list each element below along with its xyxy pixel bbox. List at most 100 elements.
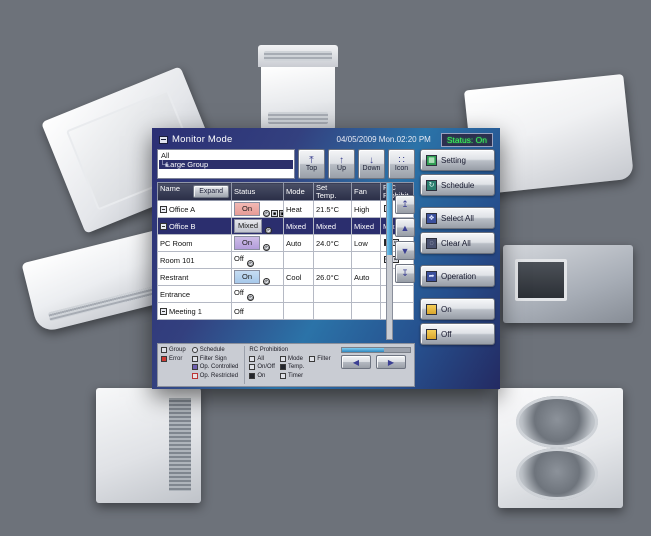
nav-down-label: Down bbox=[362, 164, 381, 172]
legend-item: Op. Controlled bbox=[191, 363, 238, 372]
product-photo-outdoor-unit-left bbox=[96, 388, 201, 503]
scroll-arrow-column: ↥ ▲ ▼ ↧ bbox=[395, 182, 415, 340]
prev-page-button[interactable]: ◀ bbox=[341, 355, 371, 369]
cell-fan[interactable] bbox=[351, 251, 381, 269]
cell-mode[interactable] bbox=[283, 251, 314, 269]
cell-name[interactable]: Entrance bbox=[157, 285, 232, 303]
cell-name[interactable]: Office A bbox=[157, 200, 232, 218]
cell-status[interactable]: On◴ bbox=[231, 234, 284, 252]
table-row[interactable]: Office B Mixed◴ Mixed Mixed Mixed Mixed bbox=[157, 217, 414, 235]
table-row[interactable]: Room 101Off◴⏻⌗ bbox=[157, 251, 414, 269]
table-row[interactable]: Restrant On◴ Cool 26.0°C Auto bbox=[157, 268, 414, 286]
cell-fan[interactable] bbox=[351, 285, 381, 303]
cell-set-temp[interactable]: Mixed bbox=[313, 217, 352, 235]
cell-status[interactable]: Off◴ bbox=[231, 251, 284, 269]
table-row[interactable]: Entrance Off◴ bbox=[157, 285, 414, 303]
cell-name[interactable]: Room 101 bbox=[157, 251, 232, 269]
legend-label: Timer bbox=[287, 372, 304, 379]
legend-item: All bbox=[249, 355, 275, 364]
nav-icon-button[interactable]: ∷ Icon bbox=[388, 149, 415, 179]
legend-item: Timer bbox=[279, 372, 304, 381]
page-title: Monitor Mode bbox=[172, 134, 233, 145]
cell-status[interactable]: On◴■▣✖ bbox=[231, 200, 284, 218]
nav-down-button[interactable]: ↓ Down bbox=[358, 149, 385, 179]
op-restricted-icon bbox=[191, 372, 198, 379]
horizontal-scrollbar-thumb[interactable] bbox=[342, 348, 385, 352]
table-area: Name Expand Status Mode Set Temp. Fan Of… bbox=[157, 182, 414, 340]
status-value: Mixed bbox=[234, 218, 263, 233]
vertical-scrollbar-thumb[interactable] bbox=[387, 183, 392, 255]
cell-name[interactable]: Office B bbox=[157, 217, 232, 235]
schedule-icon: ◴ bbox=[263, 243, 270, 251]
table-row[interactable]: PC RoomOn◴Auto24.0°CLowI⌗ bbox=[157, 234, 414, 252]
clear-all-button[interactable]: ◌ Clear All bbox=[420, 232, 495, 254]
power-on-button[interactable]: On bbox=[420, 298, 495, 320]
legend-label: Mode bbox=[287, 355, 303, 362]
cell-set-temp[interactable]: 21.5°C bbox=[313, 200, 352, 218]
status-icons: ◴ bbox=[246, 259, 254, 267]
cell-fan[interactable]: Mixed bbox=[351, 217, 381, 235]
expand-button[interactable]: Expand bbox=[193, 185, 229, 198]
panel-body: All Large Group ⤒ Top ↑ Up ↓ Down ∷ Ic bbox=[157, 149, 495, 387]
status-icons: ◴ bbox=[262, 243, 270, 251]
schedule-button[interactable]: ↻ Schedule bbox=[420, 174, 495, 196]
cell-name[interactable]: Restrant bbox=[157, 268, 232, 286]
power-on-icon bbox=[426, 303, 437, 315]
cell-fan[interactable]: Low bbox=[351, 234, 381, 252]
cell-fan[interactable] bbox=[351, 302, 381, 320]
scroll-bottom-button[interactable]: ↧ bbox=[395, 264, 415, 283]
rc-temp-icon bbox=[279, 364, 286, 371]
legend-rc-title: RC Prohibition bbox=[249, 347, 289, 353]
scroll-up-button[interactable]: ▲ bbox=[395, 218, 415, 237]
cell-mode[interactable]: Cool bbox=[283, 268, 314, 286]
column-header-status: Status bbox=[231, 182, 284, 201]
horizontal-scrollbar[interactable] bbox=[341, 347, 411, 353]
column-header-set-temp: Set Temp. bbox=[313, 182, 352, 201]
cell-mode[interactable]: Heat bbox=[283, 200, 314, 218]
cell-mode[interactable]: Auto bbox=[283, 234, 314, 252]
cell-set-temp[interactable] bbox=[313, 302, 352, 320]
nav-up-button[interactable]: ↑ Up bbox=[328, 149, 355, 179]
cell-status[interactable]: On◴ bbox=[231, 268, 284, 286]
cell-fan[interactable]: Auto bbox=[351, 268, 381, 286]
cell-fan[interactable]: High bbox=[351, 200, 381, 218]
device-table: Name Expand Status Mode Set Temp. Fan Of… bbox=[157, 182, 414, 320]
cell-set-temp[interactable]: 26.0°C bbox=[313, 268, 352, 286]
cell-set-temp[interactable] bbox=[313, 251, 352, 269]
cell-set-temp[interactable] bbox=[313, 285, 352, 303]
scroll-down-button[interactable]: ▼ bbox=[395, 241, 415, 260]
next-page-button[interactable]: ▶ bbox=[376, 355, 406, 369]
tree-item-all[interactable]: All bbox=[159, 151, 293, 160]
vertical-scrollbar[interactable] bbox=[386, 182, 393, 340]
cell-name[interactable]: PC Room bbox=[157, 234, 232, 252]
cell-status[interactable]: Off bbox=[231, 302, 284, 320]
cell-set-temp[interactable]: 24.0°C bbox=[313, 234, 352, 252]
table-body: Office AOn◴■▣✖Heat21.5°CHighAOffice BMix… bbox=[157, 200, 414, 320]
column-header-fan: Fan bbox=[351, 182, 381, 201]
status-icons: ◴ bbox=[262, 277, 270, 285]
tree-item-large-group[interactable]: Large Group bbox=[159, 160, 293, 169]
cell-mode[interactable] bbox=[283, 285, 314, 303]
nav-top-button[interactable]: ⤒ Top bbox=[298, 149, 325, 179]
product-photo-outdoor-unit-right bbox=[498, 388, 623, 508]
operation-button[interactable]: ➦ Operation bbox=[420, 265, 495, 287]
window-minimize-icon[interactable] bbox=[159, 135, 168, 144]
status-value: Off bbox=[234, 253, 244, 263]
cell-status[interactable]: Mixed◴ bbox=[231, 217, 284, 235]
cell-status[interactable]: Off◴ bbox=[231, 285, 284, 303]
cell-mode[interactable] bbox=[283, 302, 314, 320]
rail-divider-2 bbox=[420, 257, 495, 262]
power-off-button[interactable]: Off bbox=[420, 323, 495, 345]
cell-name[interactable]: Meeting 1 bbox=[157, 302, 232, 320]
rc-filter-icon bbox=[309, 355, 316, 362]
table-row[interactable]: Meeting 1 Off bbox=[157, 302, 414, 320]
cell-mode[interactable]: Mixed bbox=[283, 217, 314, 235]
table-row[interactable]: Office AOn◴■▣✖Heat21.5°CHighA bbox=[157, 200, 414, 218]
schedule-icon: ◴ bbox=[246, 259, 254, 267]
group-tree[interactable]: All Large Group bbox=[157, 149, 295, 179]
legend-item bbox=[309, 363, 330, 372]
status-icons: ◴ bbox=[264, 226, 273, 234]
setting-button[interactable]: ▦ Setting bbox=[420, 149, 495, 171]
scroll-top-button[interactable]: ↥ bbox=[395, 195, 415, 214]
select-all-button[interactable]: ❖ Select All bbox=[420, 207, 495, 229]
